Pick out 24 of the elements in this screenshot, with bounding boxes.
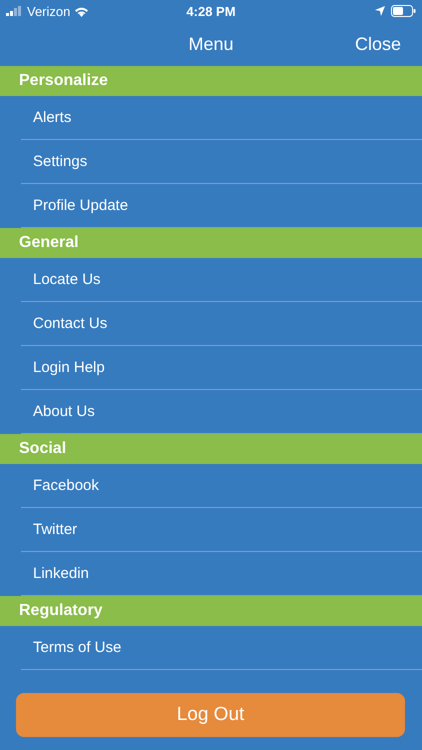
menu-item[interactable]: Contact Us [33,315,108,332]
menu-item[interactable]: Login Help [33,359,105,376]
carrier-name: Verizon [27,4,70,18]
battery-icon [391,5,416,17]
menu-title: Menu [188,34,234,54]
menu-item[interactable]: Facebook [33,477,99,494]
close-button[interactable]: Close [354,34,401,54]
signal-icon [6,6,23,16]
location-arrow-icon [375,6,385,16]
menu-item[interactable]: Linkedin [33,565,89,582]
menu-item[interactable]: Alerts [33,109,72,126]
menu-item[interactable]: Locate Us [33,271,101,288]
wifi-icon [74,6,90,16]
menu-item[interactable]: Profile Update [33,197,128,214]
menu-item[interactable]: About Us [33,403,95,420]
section-header: Personalize [0,66,422,96]
menu-item[interactable]: Terms of Use [33,639,122,656]
section-header: Social [0,434,422,464]
menu-item[interactable]: Settings [33,153,88,170]
section-header: Regulatory [0,596,422,626]
menu-item[interactable]: Twitter [33,521,78,538]
section-header: General [0,228,422,258]
clock-time: 4:28 PM [186,4,236,18]
log-out-button[interactable]: Log Out [16,693,405,737]
